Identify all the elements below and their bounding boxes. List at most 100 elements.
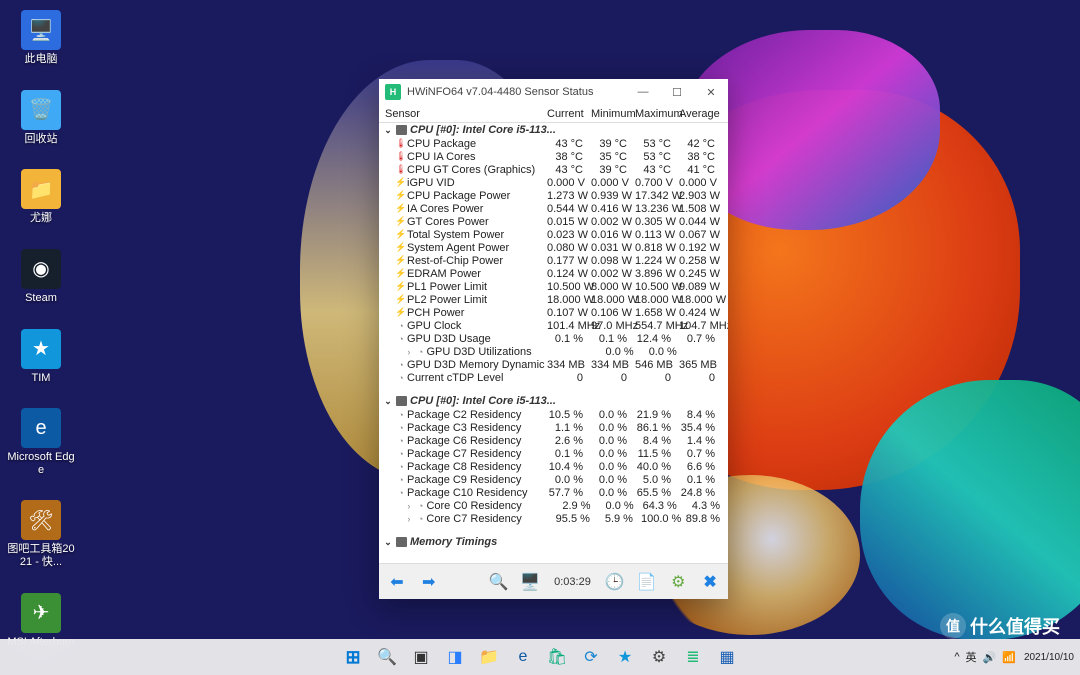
sensor-row[interactable]: ›◔Core C7 Residency95.5 %5.9 %100.0 %89.… [379, 512, 728, 525]
sensor-row[interactable]: ⚡CPU Package Power1.273 W0.939 W17.342 W… [379, 189, 728, 202]
close-button[interactable]: ✕ [694, 79, 728, 105]
sensor-value: 64.3 % [642, 500, 685, 512]
sensor-value: 0.192 W [679, 242, 723, 254]
tray-icon[interactable]: ^ [954, 651, 959, 663]
taskbar-store-button[interactable]: 🛍 [543, 643, 571, 671]
taskbar-start-button[interactable]: ⊞ [339, 643, 367, 671]
col-sensor[interactable]: Sensor [379, 108, 547, 120]
sensor-value: 18.000 W [547, 294, 591, 306]
taskbar-explorer-button[interactable]: 📁 [475, 643, 503, 671]
sensor-value: 9.089 W [679, 281, 723, 293]
desktop-icon[interactable]: 🖥️ 此电脑 [6, 10, 76, 66]
sensor-row[interactable]: ⚡PL1 Power Limit10.500 W8.000 W10.500 W9… [379, 280, 728, 293]
gauge-icon: ◔ [395, 334, 407, 344]
sensor-row[interactable]: 🌡CPU GT Cores (Graphics)43 °C39 °C43 °C4… [379, 163, 728, 176]
app-icon: 📁 [21, 169, 61, 209]
sensor-value: 39 °C [591, 138, 635, 150]
sensor-row[interactable]: ◔Package C9 Residency0.0 %0.0 %5.0 %0.1 … [379, 473, 728, 486]
taskbar-tool-button[interactable]: ▦ [713, 643, 741, 671]
taskbar-edge-button[interactable]: e [509, 643, 537, 671]
sensor-name: Package C7 Residency [407, 448, 547, 460]
sensor-row[interactable]: ⚡Rest-of-Chip Power0.177 W0.098 W1.224 W… [379, 254, 728, 267]
save-log-button[interactable]: 📄 [635, 569, 659, 595]
sensor-value: 43 °C [547, 138, 591, 150]
sensor-row[interactable]: ⚡GT Cores Power0.015 W0.002 W0.305 W0.04… [379, 215, 728, 228]
sensor-row[interactable]: ›◔Core C0 Residency2.9 %0.0 %64.3 %4.3 % [379, 499, 728, 512]
sensor-row[interactable]: ◔Package C3 Residency1.1 %0.0 %86.1 %35.… [379, 421, 728, 434]
sensor-row[interactable]: 🌡CPU Package43 °C39 °C53 °C42 °C [379, 137, 728, 150]
redo-button[interactable]: ➡ [417, 569, 441, 595]
sensor-row[interactable]: ⚡IA Cores Power0.544 W0.416 W13.236 W1.5… [379, 202, 728, 215]
sensor-value: 0.0 % [591, 474, 635, 486]
app-icon: 🛠 [21, 500, 61, 540]
desktop-icon[interactable]: ★ TIM [6, 329, 76, 385]
sensor-row[interactable]: ⚡iGPU VID0.000 V0.000 V0.700 V0.000 V [379, 176, 728, 189]
group-title: CPU [#0]: Intel Core i5-113... [410, 395, 556, 407]
sensor-name: CPU GT Cores (Graphics) [407, 164, 547, 176]
sensor-group-header[interactable]: ⌄CPU [#0]: Intel Core i5-113... [379, 123, 728, 137]
close-panel-button[interactable]: ✖ [698, 569, 722, 595]
sensor-row[interactable]: ◔Package C6 Residency2.6 %0.0 %8.4 %1.4 … [379, 434, 728, 447]
taskbar-hwinfo-button[interactable]: ≣ [679, 643, 707, 671]
sensor-row[interactable]: ◔Package C8 Residency10.4 %0.0 %40.0 %6.… [379, 460, 728, 473]
desktop-icon[interactable]: e Microsoft Edge [6, 408, 76, 476]
sensor-row[interactable]: ⚡System Agent Power0.080 W0.031 W0.818 W… [379, 241, 728, 254]
sensor-rows[interactable]: ⌄CPU [#0]: Intel Core i5-113...🌡CPU Pack… [379, 123, 728, 563]
sensor-value: 18.000 W [591, 294, 635, 306]
sensor-row[interactable]: ◔Current cTDP Level0000 [379, 371, 728, 384]
tray-icon[interactable]: 英 [966, 649, 977, 665]
col-min[interactable]: Minimum [591, 108, 635, 120]
sensor-row[interactable]: ⚡EDRAM Power0.124 W0.002 W3.896 W0.245 W [379, 267, 728, 280]
power-icon: ⚡ [395, 255, 407, 266]
sensor-group-header[interactable]: ⌄Memory Timings [379, 535, 728, 549]
chip-icon [396, 125, 407, 135]
maximize-button[interactable]: ☐ [660, 79, 694, 105]
sensor-value: 0.002 W [591, 216, 635, 228]
sensor-value: 10.5 % [547, 409, 591, 421]
sensor-row[interactable]: 🌡CPU IA Cores38 °C35 °C53 °C38 °C [379, 150, 728, 163]
sensor-row[interactable]: ◔Package C7 Residency0.1 %0.0 %11.5 %0.7… [379, 447, 728, 460]
tray-icon[interactable]: 🔊 [983, 651, 997, 664]
sensor-row[interactable]: ›◔GPU D3D Utilizations0.0 %0.0 % [379, 345, 728, 358]
desktop-icon[interactable]: ◉ Steam [6, 249, 76, 305]
titlebar[interactable]: H HWiNFO64 v7.04-4480 Sensor Status — ☐ … [379, 79, 728, 105]
minimize-button[interactable]: — [626, 79, 660, 105]
sensor-row[interactable]: ◔Package C10 Residency57.7 %0.0 %65.5 %2… [379, 486, 728, 499]
col-current[interactable]: Current [547, 108, 591, 120]
sensor-name: GPU Clock [407, 320, 547, 332]
sensor-row[interactable]: ◔Package C2 Residency10.5 %0.0 %21.9 %8.… [379, 408, 728, 421]
undo-button[interactable]: ⬅ [385, 569, 409, 595]
taskbar-tim-button[interactable]: ★ [611, 643, 639, 671]
taskbar-date[interactable]: 2021/10/10 [1024, 652, 1074, 663]
sensor-row[interactable]: ◔GPU Clock101.4 MHz97.0 MHz554.7 MHz104.… [379, 319, 728, 332]
sensor-row[interactable]: ◔GPU D3D Memory Dynamic334 MB334 MB546 M… [379, 358, 728, 371]
sensor-row[interactable]: ⚡PCH Power0.107 W0.106 W1.658 W0.424 W [379, 306, 728, 319]
icon-label: 回收站 [25, 133, 58, 146]
clock-icon[interactable]: 🕒 [603, 569, 627, 595]
sensor-row[interactable]: ◔GPU D3D Usage0.1 %0.1 %12.4 %0.7 % [379, 332, 728, 345]
taskbar-settings-button[interactable]: ⚙ [645, 643, 673, 671]
desktop-icon[interactable]: 🗑️ 回收站 [6, 90, 76, 146]
sensor-value: 0.1 % [679, 474, 723, 486]
sensor-row[interactable]: ⚡PL2 Power Limit18.000 W18.000 W18.000 W… [379, 293, 728, 306]
taskbar-search-button[interactable]: 🔍 [373, 643, 401, 671]
sensor-group-header[interactable]: ⌄CPU [#0]: Intel Core i5-113... [379, 394, 728, 408]
sensor-row[interactable]: ⚡Total System Power0.023 W0.016 W0.113 W… [379, 228, 728, 241]
gauge-icon: ◔ [395, 423, 407, 433]
desktop-icon[interactable]: 📁 尤娜 [6, 169, 76, 225]
tray-icon[interactable]: 📶 [1002, 651, 1016, 664]
taskbar-taskview-button[interactable]: ▣ [407, 643, 435, 671]
taskbar: ⊞🔍▣◨📁e🛍⟳★⚙≣▦ ^ 英 🔊 📶 2021/10/10 [0, 639, 1080, 675]
sensor-value: 0.000 V [547, 177, 591, 189]
settings-button[interactable]: ⚙ [666, 569, 690, 595]
col-max[interactable]: Maximum [635, 108, 679, 120]
desktop-icon[interactable]: 🛠 图吧工具箱2021 - 快... [6, 500, 76, 568]
taskbar-widgets-button[interactable]: ◨ [441, 643, 469, 671]
taskbar-clash-button[interactable]: ⟳ [577, 643, 605, 671]
network-button[interactable]: 🖥️ [518, 569, 542, 595]
col-avg[interactable]: Average [679, 108, 723, 120]
sensor-value: 0.1 % [591, 333, 635, 345]
find-button[interactable]: 🔍 [487, 569, 511, 595]
sensor-value: 0.0 % [547, 474, 591, 486]
column-header[interactable]: Sensor Current Minimum Maximum Average [379, 105, 728, 123]
